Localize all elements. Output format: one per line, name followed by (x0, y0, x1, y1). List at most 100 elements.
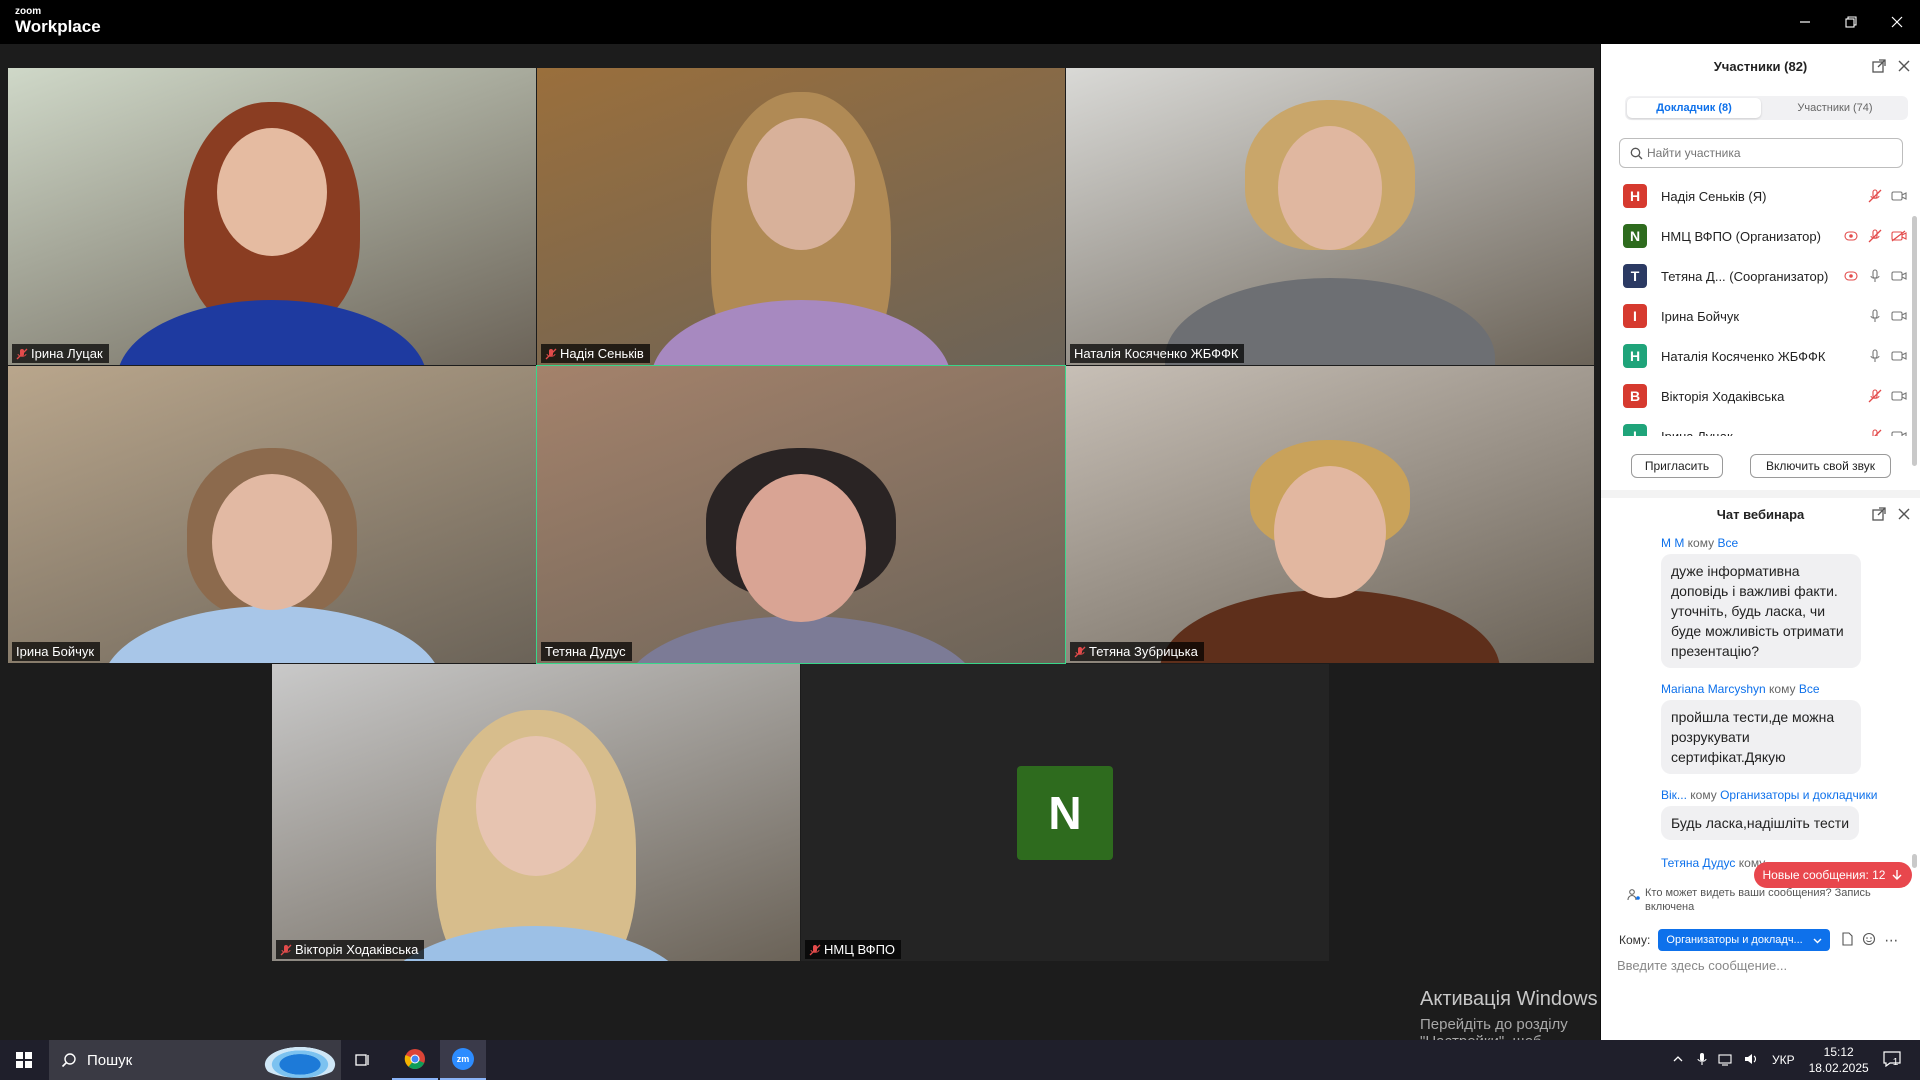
clock-time: 15:12 (1823, 1045, 1854, 1059)
zoom-taskbar-button[interactable]: zm (440, 1040, 486, 1080)
taskbar-search[interactable]: Пошук (49, 1040, 341, 1080)
video-icon[interactable] (1890, 427, 1908, 436)
video-tile[interactable]: Надія Сеньків (537, 68, 1065, 365)
chrome-icon (404, 1049, 425, 1070)
speaker-icon[interactable] (1744, 1052, 1760, 1069)
windows-logo-icon (16, 1052, 32, 1068)
popout-icon[interactable] (1871, 506, 1887, 522)
participant-row-name: Ірина Бойчук (1661, 308, 1740, 324)
participant-row[interactable]: І Ірина Луцак (1623, 416, 1908, 436)
side-panel: Участники (82) Докладчик (8) Участники (… (1601, 44, 1920, 1040)
participant-row[interactable]: Н Надія Сеньків (Я) (1623, 176, 1908, 216)
tab-presenters[interactable]: Докладчик (8) (1627, 98, 1761, 118)
close-icon[interactable] (1896, 506, 1912, 522)
video-tile[interactable]: Наталія Косяченко ЖБФФК (1066, 68, 1594, 365)
video-icon[interactable] (1890, 347, 1908, 365)
sender-name[interactable]: Вік... (1661, 788, 1687, 802)
chat-visibility-note[interactable]: Кто может видеть ваши сообщения? Запись … (1627, 886, 1917, 914)
close-window-button[interactable] (1874, 0, 1920, 44)
file-icon[interactable] (1840, 931, 1854, 949)
close-icon[interactable] (1896, 58, 1912, 74)
participant-row[interactable]: T Тетяна Д... (Соорганизатор) (1623, 256, 1908, 296)
popout-icon[interactable] (1871, 58, 1887, 74)
participant-search[interactable] (1619, 138, 1903, 168)
participant-row[interactable]: I Ірина Бойчук (1623, 296, 1908, 336)
participant-name-tag: Вікторія Ходаківська (276, 940, 425, 959)
person-body (117, 300, 427, 365)
message-header: Mariana Marcyshyn кому Все (1661, 682, 1909, 696)
zoom-app-icon: zm (452, 1048, 474, 1070)
message-text: дуже інформативна доповідь і важливі фак… (1661, 554, 1861, 668)
video-tile[interactable]: N НМЦ ВФПО (801, 664, 1329, 961)
sender-name[interactable]: Тетяна Дудус (1661, 856, 1735, 870)
invite-button[interactable]: Пригласить (1631, 454, 1723, 478)
participant-name-tag: Тетяна Дудус (541, 642, 632, 661)
sender-name[interactable]: Mariana Marcyshyn (1661, 682, 1766, 696)
new-messages-button[interactable]: Новые сообщения: 12 (1754, 862, 1912, 888)
participant-avatar: В (1623, 384, 1647, 408)
logo-brand-small: zoom (15, 6, 42, 17)
video-off-icon[interactable] (1890, 227, 1908, 245)
chat-scrollbar[interactable] (1912, 854, 1917, 868)
recipient: Организаторы и докладчики (1720, 788, 1878, 802)
mic-icon[interactable] (1866, 347, 1884, 365)
unmute-self-button[interactable]: Включить свой звук (1750, 454, 1891, 478)
muted-mic-icon[interactable] (1866, 427, 1884, 436)
recipient-select[interactable]: Организаторы и докладч... (1658, 929, 1831, 951)
participant-name-tag: Ірина Луцак (12, 344, 109, 363)
start-button[interactable] (0, 1040, 48, 1080)
more-icon[interactable]: ⋯ (1884, 932, 1898, 949)
clock[interactable]: 15:12 18.02.2025 (1809, 1044, 1869, 1076)
muted-mic-icon (16, 348, 28, 359)
video-tile[interactable]: Тетяна Дудус (536, 365, 1066, 664)
video-icon[interactable] (1890, 187, 1908, 205)
search-input[interactable] (1647, 146, 1877, 160)
restore-button[interactable] (1828, 0, 1874, 44)
chat-input[interactable] (1617, 958, 1903, 1018)
mic-icon[interactable] (1866, 307, 1884, 325)
muted-mic-icon[interactable] (1866, 187, 1884, 205)
emoji-icon[interactable] (1862, 932, 1876, 949)
microphone-icon[interactable] (1696, 1052, 1708, 1069)
participant-scrollbar[interactable] (1912, 216, 1917, 466)
search-highlight-icon (259, 1044, 341, 1078)
chevron-up-icon[interactable] (1672, 1053, 1684, 1068)
participant-avatar: І (1623, 424, 1647, 436)
sender-name[interactable]: M M (1661, 536, 1684, 550)
video-tile[interactable]: Ірина Бойчук (8, 366, 536, 663)
participant-row-name: Тетяна Д... (Соорганизатор) (1661, 268, 1829, 284)
participant-row[interactable]: N НМЦ ВФПО (Организатор) (1623, 216, 1908, 256)
mic-icon[interactable] (1866, 267, 1884, 285)
participant-row[interactable]: Н Наталія Косяченко ЖБФФК (1623, 336, 1908, 376)
language-indicator[interactable]: УКР (1772, 1053, 1795, 1067)
participant-list: Н Надія Сеньків (Я) N НМЦ ВФПО (Организатор… (1601, 174, 1920, 436)
video-icon[interactable] (1890, 267, 1908, 285)
recipient: Все (1717, 536, 1739, 550)
video-feed (537, 68, 1065, 365)
person-face (212, 474, 332, 610)
video-tile[interactable]: Ірина Луцак (8, 68, 536, 365)
video-icon[interactable] (1890, 307, 1908, 325)
chat-message: MM Mariana Marcyshyn кому Все пройшла те… (1619, 682, 1909, 774)
participant-row-name: Надія Сеньків (Я) (1661, 188, 1767, 204)
chrome-taskbar-button[interactable] (392, 1040, 438, 1080)
video-feed (8, 68, 536, 365)
participant-name: Наталія Косяченко ЖБФФК (1074, 346, 1239, 361)
participant-row[interactable]: В Вікторія Ходаківська (1623, 376, 1908, 416)
recipient-row: Кому: Организаторы и докладч... ⋯ (1619, 928, 1909, 952)
video-icon[interactable] (1890, 387, 1908, 405)
muted-mic-icon[interactable] (1866, 387, 1884, 405)
participant-row-name: Наталія Косяченко ЖБФФК (1661, 348, 1826, 364)
task-view-button[interactable] (342, 1040, 382, 1080)
tab-attendees[interactable]: Участники (74) (1765, 98, 1905, 118)
network-icon[interactable] (1718, 1052, 1734, 1069)
participant-name: Тетяна Зубрицька (1089, 644, 1198, 659)
windows-taskbar: Пошук zm УКР 15:12 18.02.2025 1 (0, 1040, 1920, 1080)
notification-center-button[interactable]: 1 (1883, 1050, 1901, 1070)
restore-icon (1845, 16, 1857, 28)
video-tile[interactable]: Тетяна Зубрицька (1066, 366, 1594, 663)
avatar-initials: MM (1627, 713, 1647, 727)
muted-mic-icon[interactable] (1866, 227, 1884, 245)
video-tile[interactable]: Вікторія Ходаківська (272, 664, 800, 961)
minimize-button[interactable] (1782, 0, 1828, 44)
